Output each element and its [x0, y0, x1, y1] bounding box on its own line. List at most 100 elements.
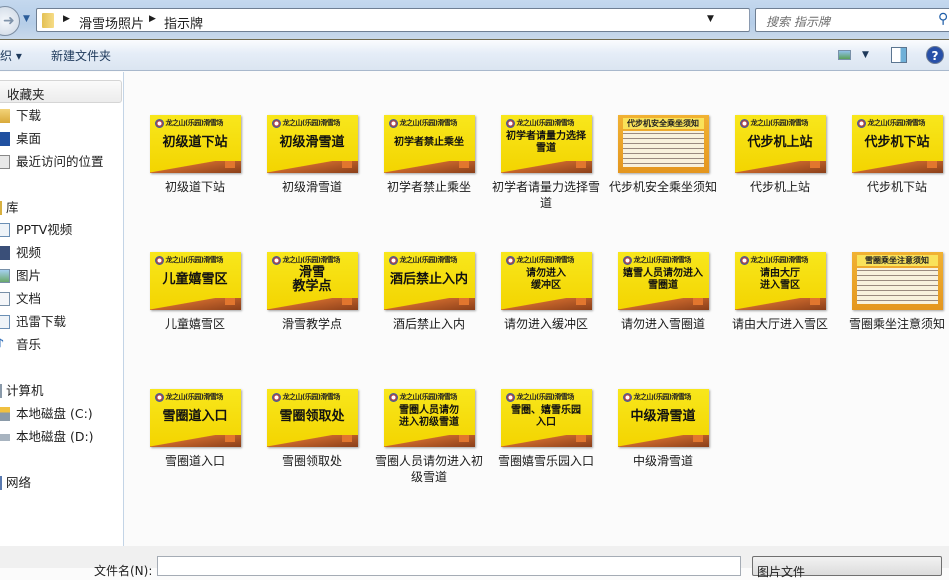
file-name: 酒后禁止入内 [392, 317, 465, 331]
file-item[interactable]: 龙之山(乐园)滑雪场 初学者请量力选择雪道 初学者请量力选择雪道 [490, 115, 602, 211]
sign-text: 儿童嬉雪区 [162, 272, 228, 287]
decorative-band [149, 298, 241, 310]
view-dropdown-icon[interactable]: ▼ [862, 50, 869, 60]
back-button[interactable]: ➜ [0, 6, 20, 36]
sign-text: 请勿进入 缓冲区 [526, 268, 566, 291]
breadcrumb-item[interactable]: 滑雪场照片 [79, 13, 144, 32]
address-dropdown-icon[interactable]: ▼ [707, 14, 714, 24]
file-item[interactable]: 代步机安全乘坐须知 代步机安全乘坐须知 [607, 115, 719, 195]
notice-text-lines [622, 131, 704, 167]
file-item[interactable]: 龙之山(乐园)滑雪场 雪圈人员请勿 进入初级雪道 雪圈人员请勿进入初级雪道 [373, 389, 485, 485]
sidebar-network[interactable]: 网络 [0, 473, 124, 493]
file-name: 儿童嬉雪区 [164, 317, 225, 331]
sidebar-item-videos[interactable]: 视频 [0, 243, 124, 263]
library-icon [0, 315, 10, 329]
notice-title: 雪圈乘坐注意须知 [856, 255, 938, 266]
sidebar-item-pptv[interactable]: PPTV视频 [0, 220, 124, 240]
file-item[interactable]: 龙之山(乐园)滑雪场 中级滑雪道 中级滑雪道 [607, 389, 719, 469]
file-item[interactable]: 龙之山(乐园)滑雪场 雪圈领取处 雪圈领取处 [256, 389, 368, 469]
new-folder-button[interactable]: 新建文件夹 [51, 47, 111, 64]
file-item[interactable]: 龙之山(乐园)滑雪场 儿童嬉雪区 儿童嬉雪区 [139, 252, 251, 332]
file-item[interactable]: 龙之山(乐园)滑雪场 代步机上站 代步机上站 [724, 115, 836, 195]
file-item[interactable]: 龙之山(乐园)滑雪场 酒后禁止入内 酒后禁止入内 [373, 252, 485, 332]
image-thumbnail: 龙之山(乐园)滑雪场 初学者禁止乘坐 [383, 115, 475, 173]
computer-icon [0, 384, 2, 398]
sidebar-computer[interactable]: 计算机 [0, 381, 124, 401]
file-item[interactable]: 龙之山(乐园)滑雪场 代步机下站 代步机下站 [841, 115, 949, 195]
decorative-band [500, 161, 592, 173]
help-icon[interactable]: ? [926, 46, 944, 64]
file-item[interactable]: 龙之山(乐园)滑雪场 雪圈道入口 雪圈道入口 [139, 389, 251, 469]
sidebar-libraries[interactable]: 库 [0, 198, 124, 218]
file-name: 代步机下站 [866, 180, 927, 194]
image-thumbnail: 龙之山(乐园)滑雪场 请由大厅 进入雪区 [734, 252, 826, 310]
sidebar-item-pictures[interactable]: 图片 [0, 266, 124, 286]
search-input[interactable]: 搜索 指示牌 ⚲ [755, 8, 949, 32]
sign-text: 雪圈人员请勿 进入初级雪道 [399, 405, 459, 428]
network-icon [0, 476, 2, 490]
sign-text: 代步机下站 [864, 135, 930, 150]
image-thumbnail: 雪圈乘坐注意须知 [851, 252, 943, 310]
file-item[interactable]: 龙之山(乐园)滑雪场 初级道下站 初级道下站 [139, 115, 251, 195]
sidebar-favorites-header[interactable]: 收藏夹 [0, 80, 122, 103]
search-placeholder: 搜索 指示牌 [766, 15, 830, 29]
sign-text: 初级滑雪道 [279, 135, 345, 150]
decorative-band [500, 435, 592, 447]
breadcrumb-separator-icon[interactable]: ▶ [149, 14, 156, 24]
breadcrumb-separator-icon[interactable]: ▶ [63, 14, 70, 24]
sidebar-item-documents[interactable]: 文档 [0, 289, 124, 309]
video-icon [0, 246, 10, 260]
folder-icon [42, 13, 54, 28]
sidebar-item-xunlei[interactable]: 迅雷下载 [0, 312, 124, 332]
sidebar-item-drive-c[interactable]: 本地磁盘 (C:) [0, 404, 124, 424]
sign-text: 酒后禁止入内 [389, 272, 468, 287]
sign-text: 请由大厅 进入雪区 [760, 268, 800, 291]
file-name: 请勿进入缓冲区 [503, 317, 588, 331]
address-bar[interactable]: ▶ 滑雪场照片 ▶ 指示牌 ▼ ⇆ [36, 8, 767, 32]
drive-icon [0, 434, 10, 441]
drive-icon [0, 407, 10, 421]
image-thumbnail: 龙之山(乐园)滑雪场 请勿进入 缓冲区 [500, 252, 592, 310]
file-item[interactable]: 龙之山(乐园)滑雪场 嬉雪人员请勿进入 雪圈道 请勿进入雪圈道 [607, 252, 719, 332]
image-thumbnail: 龙之山(乐园)滑雪场 嬉雪人员请勿进入 雪圈道 [617, 252, 709, 310]
breadcrumb-item[interactable]: 指示牌 [164, 13, 203, 32]
navigation-pane: 收藏夹 下载 桌面 最近访问的位置 库 PPTV视频 视频 图片 文档 迅雷下载… [0, 72, 124, 546]
sidebar-item-recent[interactable]: 最近访问的位置 [0, 152, 124, 172]
sidebar-item-drive-d[interactable]: 本地磁盘 (D:) [0, 427, 124, 447]
image-thumbnail: 龙之山(乐园)滑雪场 酒后禁止入内 [383, 252, 475, 310]
image-thumbnail: 龙之山(乐园)滑雪场 儿童嬉雪区 [149, 252, 241, 310]
view-icon[interactable] [838, 50, 851, 60]
file-name: 雪圈人员请勿进入初级雪道 [375, 454, 484, 484]
organize-button[interactable]: 组织 ▾ [0, 47, 22, 64]
filetype-select[interactable]: 图片文件 [752, 556, 942, 579]
preview-pane-button[interactable] [891, 47, 907, 63]
file-item[interactable]: 龙之山(乐园)滑雪场 请勿进入 缓冲区 请勿进入缓冲区 [490, 252, 602, 332]
image-thumbnail: 龙之山(乐园)滑雪场 雪圈领取处 [266, 389, 358, 447]
decorative-band [149, 161, 241, 173]
sidebar-item-desktop[interactable]: 桌面 [0, 129, 124, 149]
sidebar-item-music[interactable]: ♪ 音乐 [0, 335, 124, 355]
decorative-band [383, 435, 475, 447]
decorative-band [266, 435, 358, 447]
history-dropdown-icon[interactable]: ▼ [23, 14, 30, 24]
image-thumbnail: 龙之山(乐园)滑雪场 初学者请量力选择雪道 [500, 115, 592, 173]
file-item[interactable]: 雪圈乘坐注意须知 雪圈乘坐注意须知 [841, 252, 949, 332]
file-item[interactable]: 龙之山(乐园)滑雪场 滑雪 教学点 滑雪教学点 [256, 252, 368, 332]
decorative-band [851, 161, 943, 173]
search-icon[interactable]: ⚲ [938, 11, 948, 27]
file-name: 雪圈乘坐注意须知 [848, 317, 945, 331]
file-item[interactable]: 龙之山(乐园)滑雪场 初学者禁止乘坐 初学者禁止乘坐 [373, 115, 485, 195]
filename-input[interactable] [157, 556, 741, 576]
decorative-band [734, 298, 826, 310]
toolbar: 组织 ▾ 新建文件夹 ▼ ? [0, 40, 949, 71]
image-thumbnail: 龙之山(乐园)滑雪场 初级滑雪道 [266, 115, 358, 173]
sidebar-item-downloads[interactable]: 下载 [0, 106, 124, 126]
file-item[interactable]: 龙之山(乐园)滑雪场 初级滑雪道 初级滑雪道 [256, 115, 368, 195]
music-icon: ♪ [0, 337, 5, 352]
file-item[interactable]: 龙之山(乐园)滑雪场 请由大厅 进入雪区 请由大厅进入雪区 [724, 252, 836, 332]
file-name: 代步机上站 [749, 180, 810, 194]
pictures-icon [0, 269, 10, 283]
decorative-band [383, 298, 475, 310]
file-name: 雪圈道入口 [164, 454, 225, 468]
file-item[interactable]: 龙之山(乐园)滑雪场 雪圈、嬉雪乐园 入口 雪圈嬉雪乐园入口 [490, 389, 602, 469]
